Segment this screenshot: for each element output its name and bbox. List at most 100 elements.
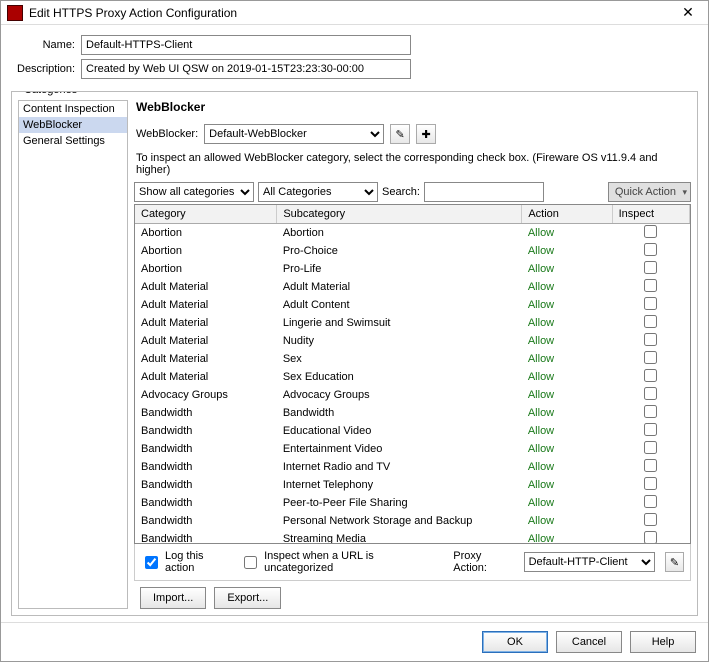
- form-area: Name: Description:: [1, 25, 708, 87]
- cell-category: Abortion: [135, 242, 277, 260]
- table-row[interactable]: AbortionAbortionAllow: [135, 224, 690, 243]
- col-category[interactable]: Category: [135, 205, 277, 224]
- cancel-button[interactable]: Cancel: [556, 631, 622, 653]
- cell-category: Abortion: [135, 260, 277, 278]
- cell-inspect: [612, 260, 689, 278]
- webblocker-select[interactable]: Default-WebBlocker: [204, 124, 384, 144]
- table-row[interactable]: BandwidthInternet Radio and TVAllow: [135, 458, 690, 476]
- new-icon[interactable]: ✚: [416, 124, 436, 144]
- cell-action: Allow: [522, 368, 612, 386]
- table-row[interactable]: BandwidthEducational VideoAllow: [135, 422, 690, 440]
- inspect-checkbox[interactable]: [644, 297, 657, 310]
- table-scroll[interactable]: Category Subcategory Action Inspect Abor…: [135, 205, 690, 543]
- proxy-edit-icon[interactable]: ✎: [665, 552, 684, 572]
- inspect-checkbox[interactable]: [644, 459, 657, 472]
- cell-subcategory: Nudity: [277, 332, 522, 350]
- inspect-checkbox[interactable]: [644, 495, 657, 508]
- inspect-checkbox[interactable]: [644, 405, 657, 418]
- proxy-action-select[interactable]: Default-HTTP-Client: [524, 552, 656, 572]
- cell-action: Allow: [522, 404, 612, 422]
- show-categories-select[interactable]: Show all categories: [134, 182, 254, 202]
- main-panel: WebBlocker WebBlocker: Default-WebBlocke…: [134, 100, 691, 609]
- table-row[interactable]: Adult MaterialAdult MaterialAllow: [135, 278, 690, 296]
- table-row[interactable]: BandwidthPeer-to-Peer File SharingAllow: [135, 494, 690, 512]
- name-row: Name:: [17, 35, 692, 55]
- table-row[interactable]: Adult MaterialSexAllow: [135, 350, 690, 368]
- cell-category: Bandwidth: [135, 422, 277, 440]
- table-row[interactable]: BandwidthPersonal Network Storage and Ba…: [135, 512, 690, 530]
- inspect-checkbox[interactable]: [644, 531, 657, 543]
- cell-category: Bandwidth: [135, 440, 277, 458]
- help-button[interactable]: Help: [630, 631, 696, 653]
- table-row[interactable]: BandwidthEntertainment VideoAllow: [135, 440, 690, 458]
- filter-row: Show all categories All Categories Searc…: [134, 182, 691, 202]
- categories-groupbox: Categories Content InspectionWebBlockerG…: [11, 91, 698, 616]
- inspect-checkbox[interactable]: [644, 369, 657, 382]
- col-subcategory[interactable]: Subcategory: [277, 205, 522, 224]
- sidebar-item-webblocker[interactable]: WebBlocker: [19, 117, 127, 133]
- inspect-checkbox[interactable]: [644, 441, 657, 454]
- table-row[interactable]: AbortionPro-ChoiceAllow: [135, 242, 690, 260]
- close-button[interactable]: ✕: [674, 3, 702, 23]
- inspect-checkbox[interactable]: [644, 351, 657, 364]
- cell-action: Allow: [522, 332, 612, 350]
- inspect-checkbox[interactable]: [644, 477, 657, 490]
- table-row[interactable]: BandwidthStreaming MediaAllow: [135, 530, 690, 543]
- inspect-uncategorized[interactable]: Inspect when a URL is uncategorized: [240, 550, 433, 574]
- inspect-checkbox[interactable]: [644, 387, 657, 400]
- cell-inspect: [612, 512, 689, 530]
- table-row[interactable]: Adult MaterialNudityAllow: [135, 332, 690, 350]
- all-categories-select[interactable]: All Categories: [258, 182, 378, 202]
- webblocker-label: WebBlocker:: [136, 128, 198, 140]
- inspect-checkbox[interactable]: [644, 315, 657, 328]
- log-this-action[interactable]: Log this action: [141, 550, 230, 574]
- log-this-checkbox[interactable]: [145, 556, 158, 569]
- inspect-checkbox[interactable]: [644, 513, 657, 526]
- cell-category: Adult Material: [135, 350, 277, 368]
- table-row[interactable]: BandwidthInternet TelephonyAllow: [135, 476, 690, 494]
- inspect-checkbox[interactable]: [644, 261, 657, 274]
- groupbox-legend: Categories: [20, 91, 81, 96]
- inspect-checkbox[interactable]: [644, 225, 657, 238]
- cell-category: Adult Material: [135, 314, 277, 332]
- description-input[interactable]: [81, 59, 411, 79]
- cell-subcategory: Entertainment Video: [277, 440, 522, 458]
- name-input[interactable]: [81, 35, 411, 55]
- cell-subcategory: Adult Material: [277, 278, 522, 296]
- table-row[interactable]: Advocacy GroupsAdvocacy GroupsAllow: [135, 386, 690, 404]
- export-button[interactable]: Export...: [214, 587, 281, 609]
- cell-action: Allow: [522, 458, 612, 476]
- description-row: Description:: [17, 59, 692, 79]
- cell-subcategory: Educational Video: [277, 422, 522, 440]
- table-row[interactable]: Adult MaterialAdult ContentAllow: [135, 296, 690, 314]
- sidebar-item-general-settings[interactable]: General Settings: [19, 133, 127, 149]
- cell-category: Bandwidth: [135, 458, 277, 476]
- cell-action: Allow: [522, 224, 612, 243]
- inspect-checkbox[interactable]: [644, 423, 657, 436]
- search-input[interactable]: [424, 182, 544, 202]
- cell-subcategory: Adult Content: [277, 296, 522, 314]
- col-action[interactable]: Action: [522, 205, 612, 224]
- cell-inspect: [612, 278, 689, 296]
- col-inspect[interactable]: Inspect: [612, 205, 689, 224]
- table-row[interactable]: BandwidthBandwidthAllow: [135, 404, 690, 422]
- quick-action-label: Quick Action: [615, 186, 676, 198]
- cell-subcategory: Sex: [277, 350, 522, 368]
- inspect-checkbox[interactable]: [644, 279, 657, 292]
- hint-text: To inspect an allowed WebBlocker categor…: [136, 152, 691, 176]
- quick-action-button[interactable]: Quick Action: [608, 182, 691, 202]
- cell-inspect: [612, 440, 689, 458]
- cell-inspect: [612, 530, 689, 543]
- inspect-checkbox[interactable]: [644, 333, 657, 346]
- inspect-checkbox[interactable]: [644, 243, 657, 256]
- edit-icon[interactable]: ✎: [390, 124, 410, 144]
- cell-action: Allow: [522, 422, 612, 440]
- table-row[interactable]: Adult MaterialSex EducationAllow: [135, 368, 690, 386]
- ok-button[interactable]: OK: [482, 631, 548, 653]
- sidebar-item-content-inspection[interactable]: Content Inspection: [19, 101, 127, 117]
- table-row[interactable]: Adult MaterialLingerie and SwimsuitAllow: [135, 314, 690, 332]
- cell-action: Allow: [522, 350, 612, 368]
- inspect-uncat-checkbox[interactable]: [244, 556, 257, 569]
- table-row[interactable]: AbortionPro-LifeAllow: [135, 260, 690, 278]
- import-button[interactable]: Import...: [140, 587, 206, 609]
